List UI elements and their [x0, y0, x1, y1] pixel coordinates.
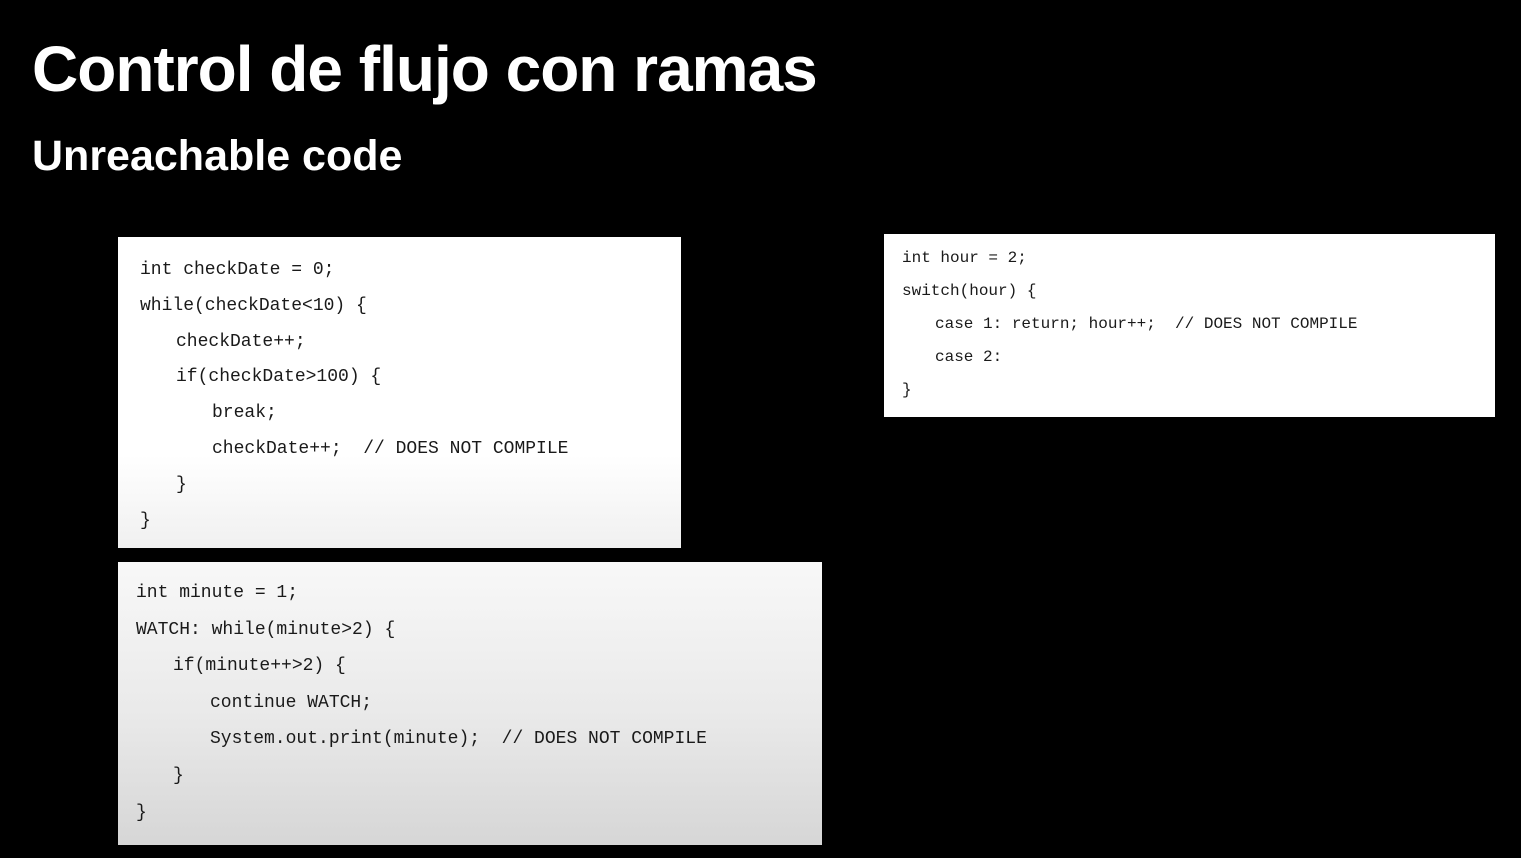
code-line: int hour = 2;	[902, 249, 1027, 267]
code-block-minute: int minute = 1; WATCH: while(minute>2) {…	[118, 562, 822, 845]
code-line: case 2:	[935, 348, 1003, 366]
code-line: checkDate++; // DOES NOT COMPILE	[212, 438, 569, 459]
code-line: break;	[212, 403, 277, 424]
code-block-checkdate: int checkDate = 0; while(checkDate<10) {…	[118, 237, 681, 548]
code-line: }	[136, 802, 147, 823]
code-block-hour: int hour = 2; switch(hour) { case 1: ret…	[884, 234, 1495, 417]
code-line: }	[140, 510, 151, 531]
code-line: }	[902, 381, 912, 399]
code-line: continue WATCH;	[210, 692, 373, 713]
slide-subtitle: Unreachable code	[32, 132, 403, 180]
code-line: case 1: return; hour++; // DOES NOT COMP…	[935, 315, 1358, 333]
code-line: switch(hour) {	[902, 282, 1037, 300]
code-line: }	[173, 765, 184, 786]
code-line: int minute = 1;	[136, 583, 299, 603]
code-line: checkDate++;	[176, 331, 306, 352]
code-line: if(minute++>2) {	[173, 656, 346, 677]
code-line: WATCH: while(minute>2) {	[136, 619, 396, 640]
code-line: while(checkDate<10) {	[140, 295, 367, 316]
code-line: }	[176, 474, 187, 495]
code-line: int checkDate = 0;	[140, 260, 335, 280]
code-line: if(checkDate>100) {	[176, 367, 382, 388]
slide-title: Control de flujo con ramas	[32, 33, 818, 105]
code-line: System.out.print(minute); // DOES NOT CO…	[210, 729, 707, 750]
